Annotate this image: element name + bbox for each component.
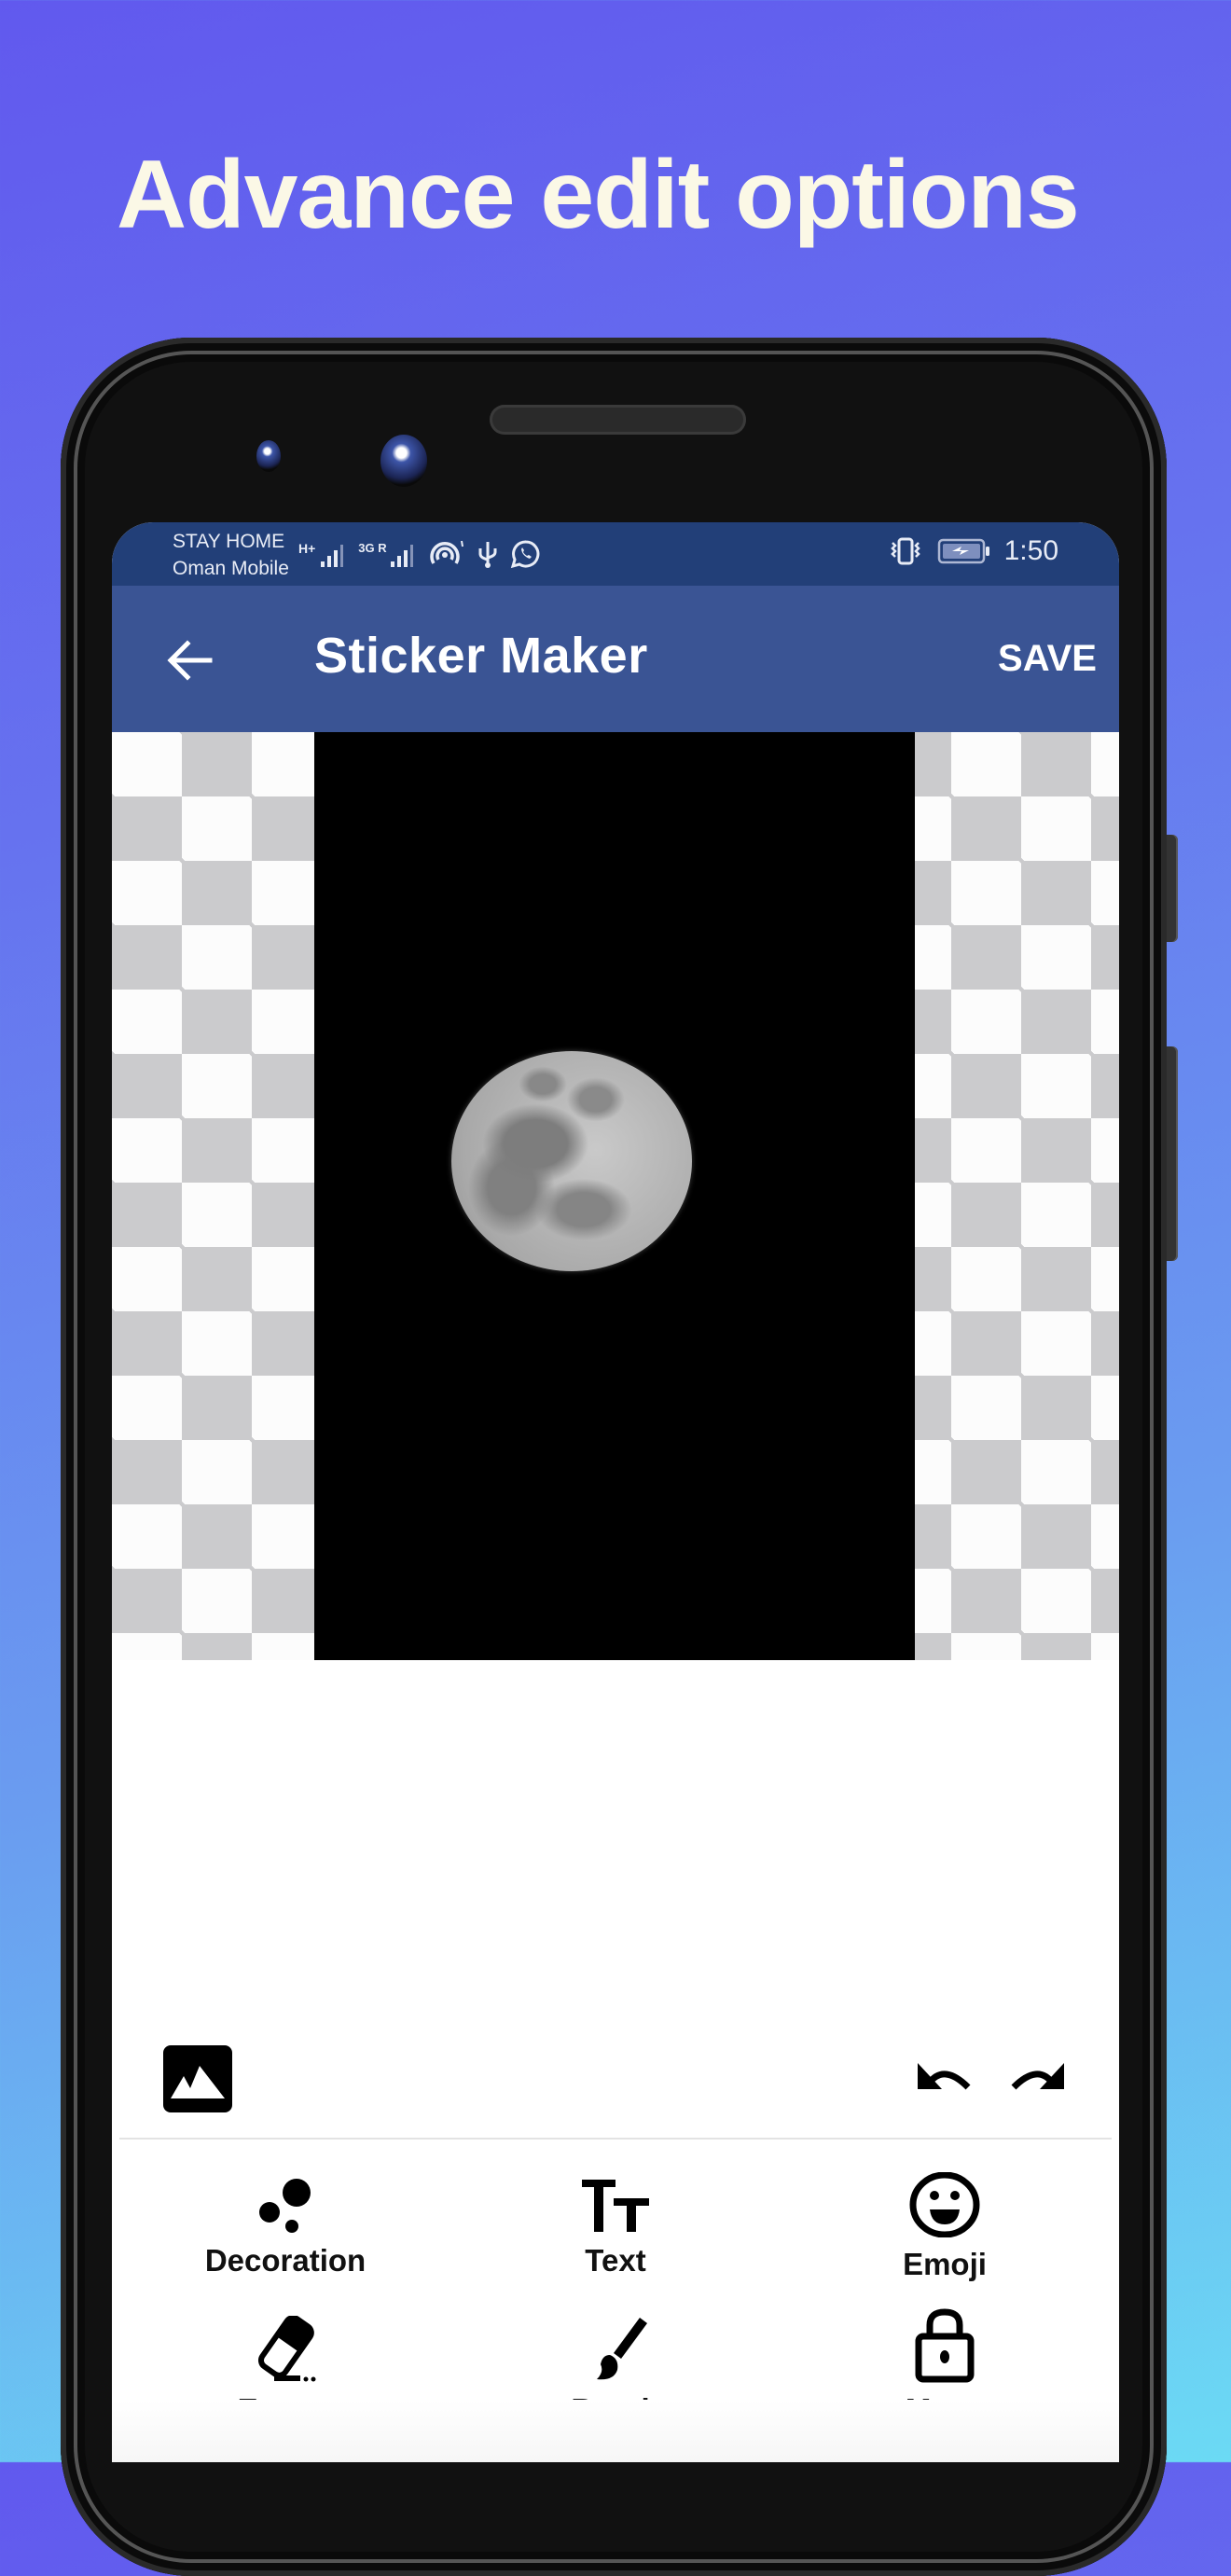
front-sensor (256, 440, 281, 472)
battery-charging-icon (937, 538, 989, 564)
lock-icon (915, 2308, 975, 2383)
tool-label: Emoji (903, 2247, 987, 2281)
tool-text[interactable]: Text (494, 2178, 737, 2278)
moon-image (451, 1051, 692, 1271)
whatsapp-icon (510, 540, 540, 569)
tool-label: Text (585, 2243, 646, 2278)
app-screen: STAY HOME Oman Mobile H+ 3G R 1:50 Stick… (112, 522, 1119, 2462)
tool-decoration[interactable]: Decoration (164, 2178, 407, 2278)
back-button[interactable] (163, 632, 219, 688)
tool-label: Decoration (204, 2243, 367, 2278)
undo-icon (918, 2063, 971, 2090)
signal-h-plus-icon: H+ (298, 541, 347, 569)
editor-canvas[interactable] (112, 732, 1119, 1660)
arrow-left-icon (167, 640, 213, 681)
carrier-info: STAY HOME Oman Mobile (173, 528, 289, 582)
status-bar: STAY HOME Oman Mobile H+ 3G R 1:50 (112, 522, 1119, 586)
redo-button[interactable] (1003, 2059, 1066, 2102)
volume-button (1167, 835, 1178, 942)
vibrate-icon (890, 537, 920, 565)
brush-icon (597, 2318, 647, 2380)
smiley-icon (909, 2172, 980, 2237)
usb-icon (478, 542, 497, 568)
bubbles-icon (259, 2179, 311, 2233)
sticker-image[interactable] (314, 732, 915, 1660)
eraser-icon (257, 2316, 316, 2382)
hotspot-icon (429, 540, 463, 564)
bottom-area (112, 2400, 1119, 2462)
earpiece-speaker (490, 405, 746, 435)
undo-button[interactable] (916, 2059, 979, 2102)
redo-icon (1011, 2063, 1064, 2090)
carrier-line2: Oman Mobile (173, 558, 289, 579)
gallery-button[interactable] (163, 2045, 232, 2112)
front-camera (380, 435, 427, 487)
carrier-line1: STAY HOME (173, 531, 285, 552)
page-title: Sticker Maker (314, 628, 648, 684)
app-bar: Sticker Maker SAVE (112, 586, 1119, 732)
text-size-icon (582, 2180, 649, 2232)
power-button (1167, 1046, 1178, 1261)
tool-emoji[interactable]: Emoji (823, 2172, 1066, 2282)
signal-3g-roaming-icon: 3G R (358, 541, 416, 569)
clock: 1:50 (1003, 535, 1058, 566)
image-icon (163, 2045, 232, 2112)
promo-headline: Advance edit options (117, 141, 1080, 249)
toolbar-divider (119, 2138, 1112, 2140)
save-button[interactable]: SAVE (998, 638, 1097, 680)
